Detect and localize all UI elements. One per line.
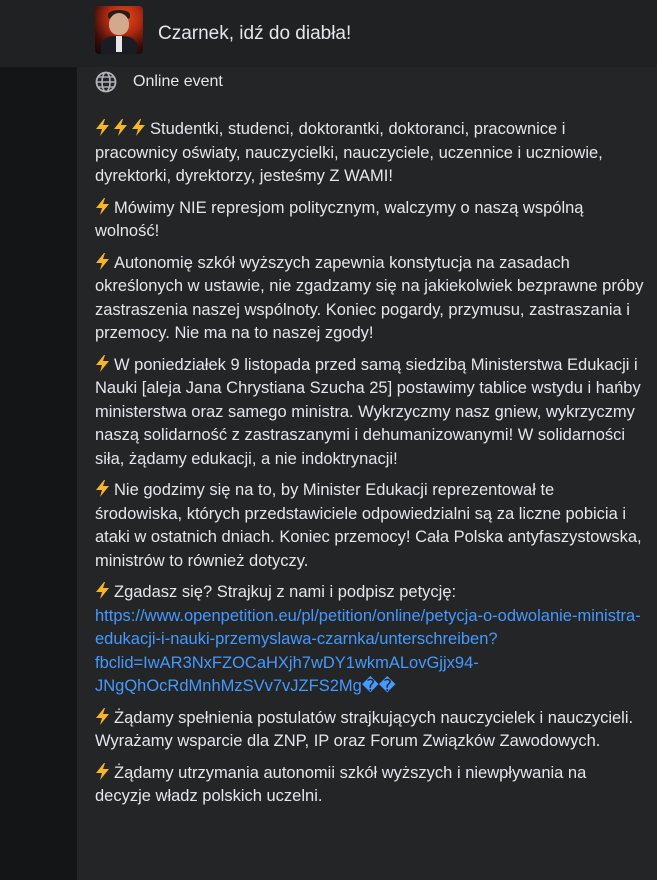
lightning-bolt-icon: [131, 119, 146, 136]
paragraph-text: Mówimy NIE represjom politycznym, walczy…: [95, 198, 584, 241]
event-type-label: Online event: [133, 73, 223, 90]
lightning-bolt-icon: [95, 480, 110, 497]
lightning-bolt-icon: [95, 763, 110, 780]
event-description: Studentki, studenci, doktorantki, doktor…: [95, 118, 645, 817]
paragraph-text: Zgadasz się? Strajkuj z nami i podpisz p…: [114, 583, 457, 601]
paragraph-text: W poniedziałek 9 listopada przed samą si…: [95, 355, 641, 468]
description-paragraph-4: W poniedziałek 9 listopada przed samą si…: [95, 354, 645, 472]
description-paragraph-6: Zgadasz się? Strajkuj z nami i podpisz p…: [95, 581, 645, 699]
description-paragraph-2: Mówimy NIE represjom politycznym, walczy…: [95, 197, 645, 244]
lightning-bolt-icon: [95, 198, 110, 215]
event-type-row: Online event: [95, 70, 223, 94]
globe-icon: [95, 71, 117, 93]
description-paragraph-1: Studentki, studenci, doktorantki, doktor…: [95, 118, 645, 189]
lightning-bolt-icon: [95, 708, 110, 725]
lightning-bolt-icon: [95, 253, 110, 270]
description-paragraph-8: Żądamy utrzymania autonomii szkół wyższy…: [95, 762, 645, 809]
event-avatar[interactable]: [95, 6, 143, 54]
lightning-bolt-icon: [95, 355, 110, 372]
description-paragraph-5: Nie godzimy się na to, by Minister Eduka…: [95, 479, 645, 573]
description-paragraph-7: Żądamy spełnienia postulatów strajkujący…: [95, 707, 645, 754]
paragraph-text: Żądamy utrzymania autonomii szkół wyższy…: [95, 763, 587, 806]
paragraph-text: Nie godzimy się na to, by Minister Eduka…: [95, 481, 642, 570]
lightning-bolt-icon: [95, 582, 110, 599]
left-sidebar-strip: [0, 0, 77, 880]
paragraph-text: Żądamy spełnienia postulatów strajkujący…: [95, 708, 634, 751]
description-paragraph-3: Autonomię szkół wyższych zapewnia konsty…: [95, 252, 645, 346]
paragraph-text: Autonomię szkół wyższych zapewnia konsty…: [95, 253, 644, 343]
lightning-bolt-icon: [95, 119, 110, 136]
event-title[interactable]: Czarnek, idź do diabła!: [158, 22, 351, 46]
paragraph-text: Studentki, studenci, doktorantki, doktor…: [95, 120, 603, 185]
lightning-bolt-icon: [113, 119, 128, 136]
petition-link[interactable]: https://www.openpetition.eu/pl/petition/…: [95, 607, 641, 696]
